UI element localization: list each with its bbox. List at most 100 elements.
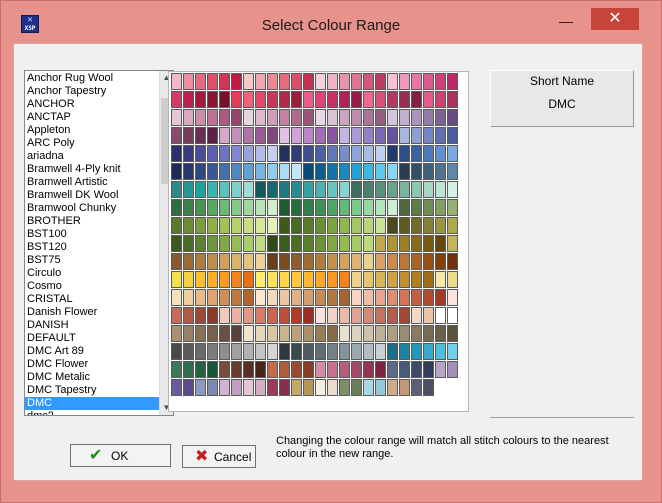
colour-swatch[interactable] [387, 199, 398, 216]
colour-swatch[interactable] [363, 73, 374, 90]
colour-swatch[interactable] [291, 145, 302, 162]
colour-swatch[interactable] [171, 181, 182, 198]
colour-swatch[interactable] [219, 235, 230, 252]
colour-swatch[interactable] [399, 199, 410, 216]
colour-swatch[interactable] [279, 235, 290, 252]
colour-swatch[interactable] [387, 253, 398, 270]
colour-swatch[interactable] [447, 235, 458, 252]
colour-swatch[interactable] [219, 271, 230, 288]
list-item[interactable]: ANCHOR [25, 98, 159, 111]
colour-swatch[interactable] [447, 289, 458, 306]
colour-swatch[interactable] [279, 325, 290, 342]
colour-swatch[interactable] [315, 361, 326, 378]
colour-swatch[interactable] [339, 199, 350, 216]
colour-swatch[interactable] [219, 163, 230, 180]
colour-swatch[interactable] [267, 343, 278, 360]
colour-swatch[interactable] [291, 271, 302, 288]
colour-swatch[interactable] [243, 91, 254, 108]
colour-swatch[interactable] [435, 325, 446, 342]
colour-swatch[interactable] [195, 73, 206, 90]
colour-swatch[interactable] [327, 361, 338, 378]
colour-swatch[interactable] [423, 307, 434, 324]
colour-swatch[interactable] [387, 73, 398, 90]
colour-swatch[interactable] [315, 73, 326, 90]
colour-swatch[interactable] [207, 361, 218, 378]
colour-swatch[interactable] [219, 361, 230, 378]
colour-swatch[interactable] [375, 109, 386, 126]
colour-swatch[interactable] [219, 307, 230, 324]
colour-swatch[interactable] [243, 145, 254, 162]
colour-swatch[interactable] [279, 163, 290, 180]
colour-swatch[interactable] [243, 73, 254, 90]
list-item[interactable]: ARC Poly [25, 137, 159, 150]
colour-swatch[interactable] [447, 127, 458, 144]
colour-swatch[interactable] [231, 361, 242, 378]
colour-swatch[interactable] [387, 289, 398, 306]
colour-swatch[interactable] [195, 253, 206, 270]
colour-swatch[interactable] [279, 145, 290, 162]
colour-swatch[interactable] [327, 253, 338, 270]
colour-swatch[interactable] [411, 343, 422, 360]
colour-swatch[interactable] [303, 343, 314, 360]
colour-swatch[interactable] [411, 235, 422, 252]
colour-swatch[interactable] [411, 307, 422, 324]
colour-swatch[interactable] [291, 379, 302, 396]
colour-swatch[interactable] [363, 361, 374, 378]
colour-swatch[interactable] [219, 181, 230, 198]
colour-swatch[interactable] [351, 127, 362, 144]
colour-swatch[interactable] [279, 271, 290, 288]
colour-swatch[interactable] [423, 289, 434, 306]
colour-swatch[interactable] [243, 325, 254, 342]
colour-swatch[interactable] [315, 181, 326, 198]
cancel-button[interactable]: ✖ Cancel [182, 445, 256, 468]
colour-swatch[interactable] [423, 235, 434, 252]
colour-swatch[interactable] [411, 289, 422, 306]
colour-swatch[interactable] [303, 235, 314, 252]
colour-swatch[interactable] [219, 145, 230, 162]
colour-swatch[interactable] [267, 127, 278, 144]
colour-swatch[interactable] [231, 271, 242, 288]
colour-swatch[interactable] [291, 343, 302, 360]
list-item[interactable]: DANISH [25, 319, 159, 332]
colour-swatch[interactable] [243, 253, 254, 270]
colour-swatch[interactable] [315, 343, 326, 360]
colour-swatch[interactable] [183, 343, 194, 360]
colour-range-list[interactable]: Anchor Rug Wool Anchor Tapestry ANCHOR ANCT… [24, 70, 174, 416]
colour-swatch[interactable] [171, 289, 182, 306]
colour-swatch[interactable] [411, 253, 422, 270]
colour-swatch[interactable] [339, 235, 350, 252]
list-item[interactable]: BST120 [25, 241, 159, 254]
colour-swatch[interactable] [267, 91, 278, 108]
colour-swatch[interactable] [171, 127, 182, 144]
colour-swatch[interactable] [207, 235, 218, 252]
colour-swatch[interactable] [291, 307, 302, 324]
colour-swatch[interactable] [339, 271, 350, 288]
colour-swatch[interactable] [387, 325, 398, 342]
colour-swatch[interactable] [243, 289, 254, 306]
colour-swatch[interactable] [423, 253, 434, 270]
colour-swatch[interactable] [375, 307, 386, 324]
colour-swatch[interactable] [315, 325, 326, 342]
colour-swatch[interactable] [255, 271, 266, 288]
colour-swatch[interactable] [219, 325, 230, 342]
colour-swatch[interactable] [207, 325, 218, 342]
colour-swatch[interactable] [435, 91, 446, 108]
colour-swatch[interactable] [183, 163, 194, 180]
colour-swatch[interactable] [375, 199, 386, 216]
colour-swatch[interactable] [291, 181, 302, 198]
colour-swatch[interactable] [207, 289, 218, 306]
colour-swatch[interactable] [399, 271, 410, 288]
colour-swatch[interactable] [195, 127, 206, 144]
colour-swatch[interactable] [411, 325, 422, 342]
colour-swatch[interactable] [303, 361, 314, 378]
colour-swatch[interactable] [387, 235, 398, 252]
colour-swatch[interactable] [183, 289, 194, 306]
colour-swatch[interactable] [279, 199, 290, 216]
colour-swatch[interactable] [315, 235, 326, 252]
colour-swatch[interactable] [447, 163, 458, 180]
list-item[interactable]: Bramwell DK Wool [25, 189, 159, 202]
colour-swatch[interactable] [435, 217, 446, 234]
colour-swatch[interactable] [387, 91, 398, 108]
colour-swatch[interactable] [243, 307, 254, 324]
colour-swatch[interactable] [339, 109, 350, 126]
